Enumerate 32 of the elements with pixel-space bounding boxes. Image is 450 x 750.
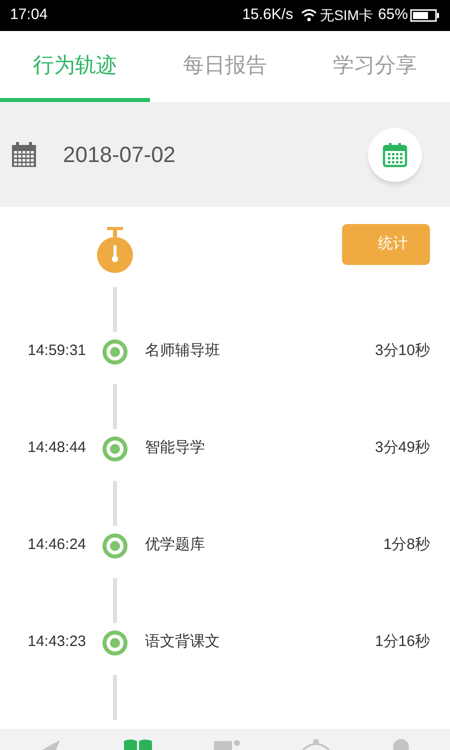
wifi-icon (301, 9, 318, 22)
activity-name: 语文背课文 (145, 632, 220, 652)
duration-label: 3分49秒 (374, 438, 430, 458)
status-time: 17:04 (10, 5, 48, 26)
calendar-icon (382, 142, 408, 168)
timeline-dot (102, 630, 128, 656)
person-icon[interactable] (392, 738, 410, 750)
activity-name: 智能导学 (145, 438, 205, 458)
time-label: 14:48:44 (26, 438, 86, 458)
timeline-dot (102, 532, 128, 558)
battery-percent: 65% (378, 5, 408, 26)
timeline-dot (102, 338, 128, 364)
time-label: 14:59:31 (26, 341, 86, 362)
battery-icon (410, 9, 440, 22)
duration-label: 3分10秒 (374, 341, 430, 362)
selected-date: 2018-07-02 (63, 141, 176, 169)
timeline-dot (102, 436, 128, 462)
time-label: 14:43:23 (26, 632, 86, 652)
tab[interactable]: 学习分享 (300, 31, 450, 102)
duration-label: 1分16秒 (374, 632, 430, 652)
book-icon[interactable] (122, 738, 153, 750)
sim-status: 无SIM卡 (320, 6, 373, 25)
network-speed: 15.6K/s (242, 5, 294, 26)
time-label: 14:46:24 (26, 535, 86, 556)
stats-button[interactable]: 统计 (342, 224, 430, 265)
tab[interactable]: 每日报告 (150, 31, 300, 102)
activity-name: 名师辅导班 (145, 341, 220, 362)
stopwatch-icon (97, 227, 133, 273)
date-picker-button[interactable] (368, 128, 422, 182)
duration-label: 1分8秒 (383, 535, 430, 556)
calendar-icon (12, 142, 36, 167)
activity-name: 优学题库 (145, 535, 205, 556)
